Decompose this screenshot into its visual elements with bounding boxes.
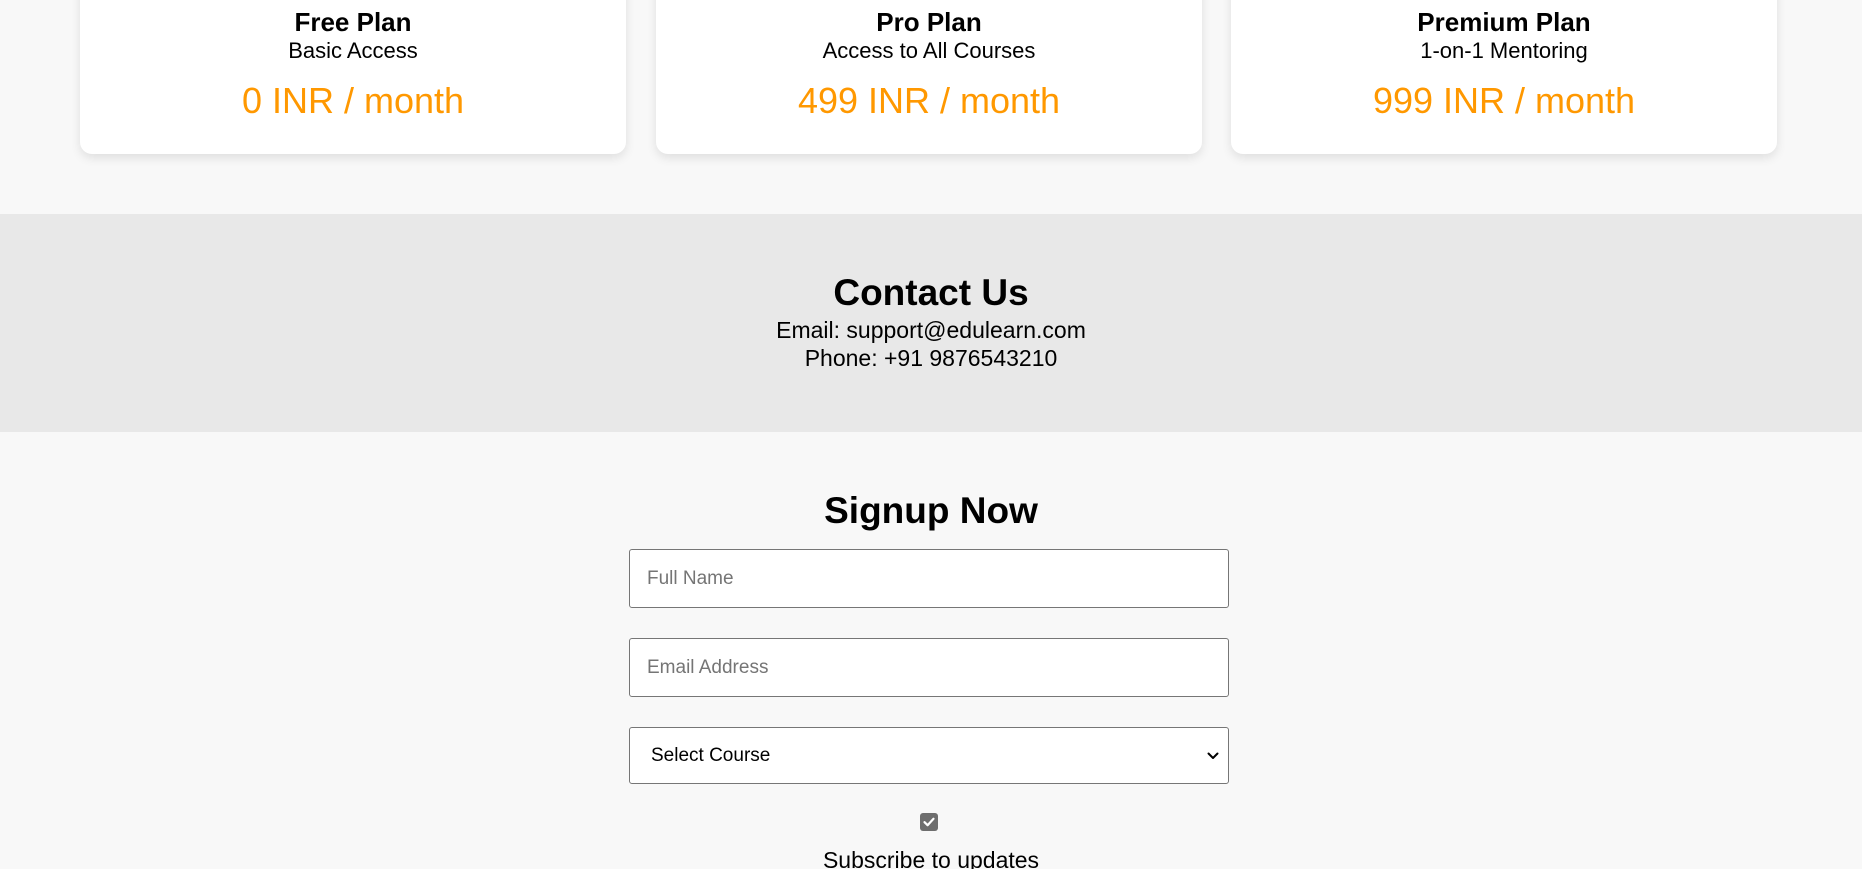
plan-price: 0 INR / month	[241, 80, 465, 121]
pricing-section: Free Plan Basic Access 0 INR / month Pro…	[0, 0, 1862, 214]
email-input[interactable]	[629, 638, 1229, 697]
plan-card-premium: Premium Plan 1-on-1 Mentoring 999 INR / …	[1231, 0, 1777, 154]
plan-price: 499 INR / month	[797, 80, 1061, 121]
plan-name: Pro Plan	[876, 7, 982, 37]
signup-title: Signup Now	[824, 490, 1038, 531]
contact-title: Contact Us	[833, 272, 1029, 313]
chevron-down-icon	[1207, 752, 1219, 759]
plan-description: Basic Access	[288, 38, 418, 63]
contact-phone: Phone: +91 9876543210	[804, 345, 1058, 371]
subscribe-checkbox[interactable]	[920, 813, 938, 831]
contact-section: Contact Us Email: support@edulearn.com P…	[0, 214, 1862, 432]
plan-name: Premium Plan	[1417, 7, 1591, 37]
subscribe-label: Subscribe to updates	[822, 847, 1040, 869]
plan-card-pro: Pro Plan Access to All Courses 499 INR /…	[656, 0, 1202, 154]
course-select[interactable]: Select Course	[629, 727, 1229, 784]
full-name-input[interactable]	[629, 549, 1229, 608]
plan-description: Access to All Courses	[822, 38, 1036, 63]
plan-price: 999 INR / month	[1372, 80, 1636, 121]
signup-section: Signup Now Select Course Subscribe to up…	[0, 432, 1862, 869]
plan-card-free: Free Plan Basic Access 0 INR / month	[80, 0, 626, 154]
plan-description: 1-on-1 Mentoring	[1420, 38, 1588, 63]
checkmark-icon	[923, 817, 935, 827]
contact-email: Email: support@edulearn.com	[776, 317, 1086, 343]
course-select-value: Select Course	[651, 745, 771, 766]
plan-name: Free Plan	[294, 7, 412, 37]
